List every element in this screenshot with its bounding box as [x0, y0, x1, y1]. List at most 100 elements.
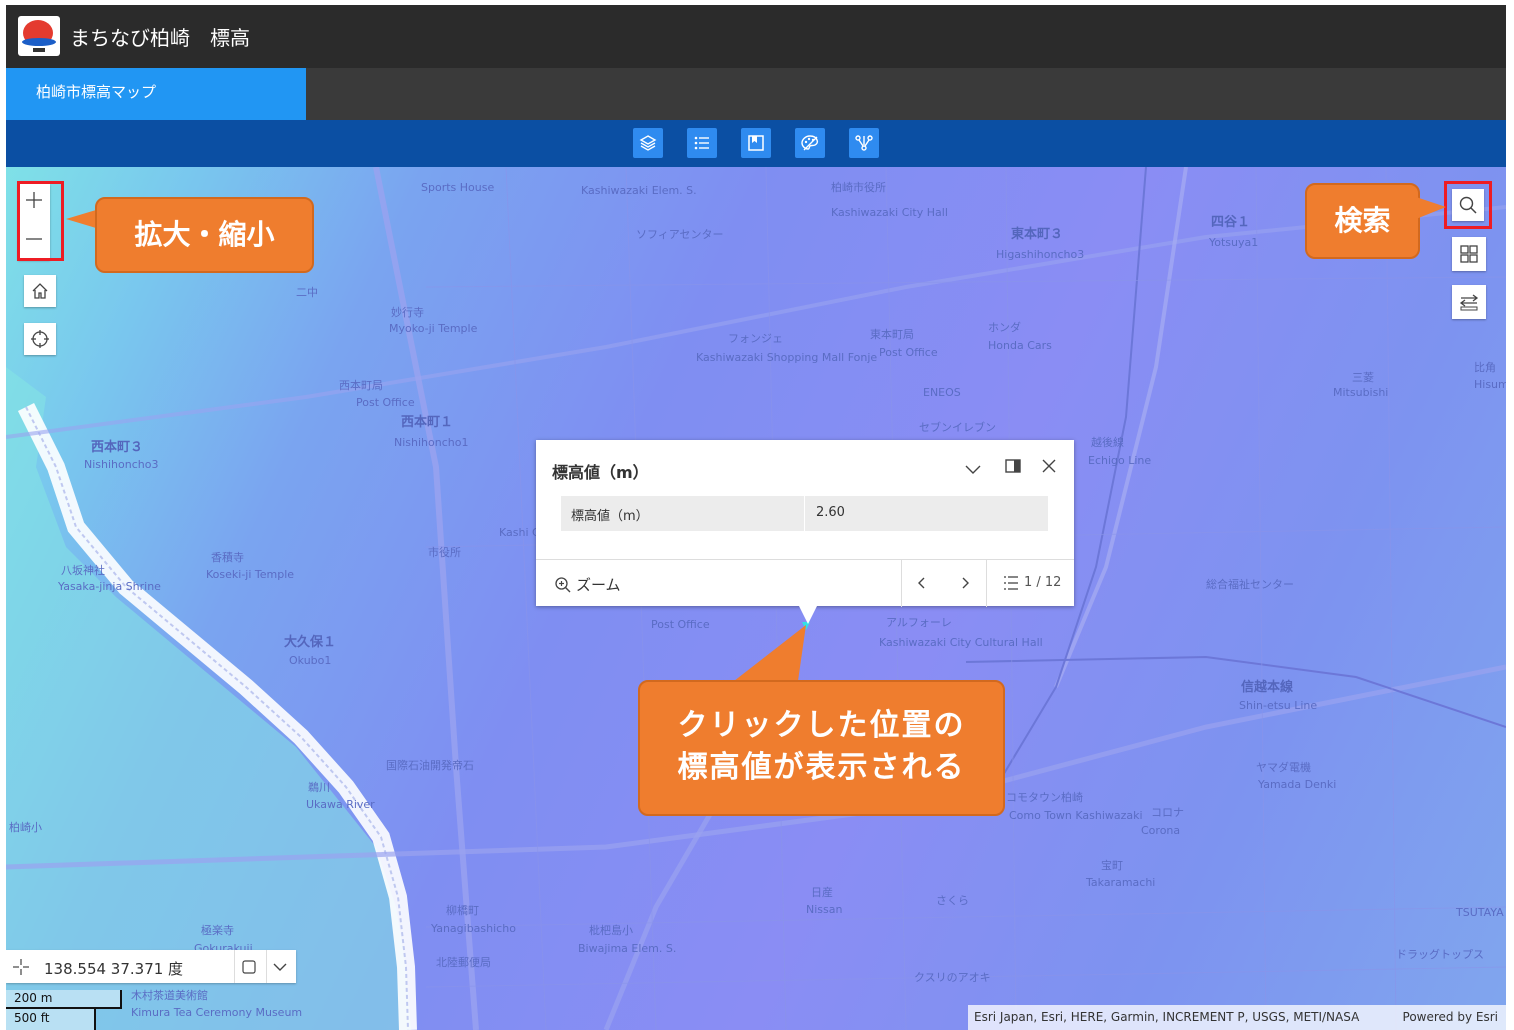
click-callout-line-1: クリックした位置の — [677, 708, 966, 743]
map-label: セブンイレブン — [919, 421, 996, 434]
map-label: Yasaka-jinja Shrine — [58, 580, 161, 593]
share-button[interactable] — [849, 128, 879, 158]
copy-icon[interactable] — [240, 958, 258, 976]
zoom-to-icon — [555, 577, 571, 593]
scale-metric-label: 200 m — [14, 991, 53, 1005]
locate-button[interactable] — [24, 323, 56, 355]
legend-button[interactable] — [687, 128, 717, 158]
layers-button[interactable] — [633, 128, 663, 158]
map-label: クスリのアオキ — [914, 971, 991, 984]
map-label: Echigo Line — [1088, 454, 1152, 467]
previous-feature-icon[interactable] — [914, 575, 930, 591]
search-callout-pointer — [1416, 197, 1446, 219]
feature-pager: 1 / 12 — [1024, 575, 1062, 590]
map-label: 木村茶道美術館 — [131, 989, 208, 1002]
share-icon — [855, 135, 873, 151]
basemap-button[interactable] — [795, 128, 825, 158]
map-label: 信越本線 — [1241, 680, 1294, 695]
map-label: Como Town Kashiwazaki — [1009, 809, 1143, 822]
chevron-down-icon[interactable] — [272, 959, 288, 975]
tab-bar: 柏崎市標高マップ — [6, 68, 1506, 120]
bookmark-button[interactable] — [741, 128, 771, 158]
map-label: Nishihoncho1 — [394, 436, 469, 449]
map-label: 東本町局 — [870, 328, 914, 341]
map-label: 柏崎小 — [9, 821, 42, 834]
field-value: 2.60 — [816, 505, 845, 520]
map-label: 市役所 — [428, 546, 461, 559]
map-label: 比角 — [1474, 361, 1496, 374]
map-label: 二中 — [296, 286, 318, 299]
map-label: 柳橋町 — [446, 904, 479, 917]
scale-imperial-label: 500 ft — [14, 1011, 50, 1025]
basemap-icon — [801, 135, 819, 151]
tab-elevation-map[interactable]: 柏崎市標高マップ — [6, 68, 306, 120]
map-label: 三菱 — [1352, 371, 1374, 384]
map-label: Myoko-ji Temple — [389, 322, 478, 335]
zoom-callout: 拡大・縮小 — [95, 197, 314, 273]
coordinate-widget: 138.554 37.371 度 — [6, 950, 296, 983]
map-label: Kashiwazaki City Hall — [831, 206, 948, 219]
field-label: 標高値（m） — [571, 509, 649, 524]
map-label: Kimura Tea Ceremony Museum — [131, 1006, 303, 1019]
home-button[interactable] — [24, 275, 56, 307]
map-label: Kashiwazaki Elem. S. — [581, 184, 697, 197]
map-label: Kashiwazaki City Cultural Hall — [879, 636, 1043, 649]
overview-map-button[interactable] — [1452, 237, 1486, 271]
popup-title: 標高値（m） — [552, 463, 649, 482]
measure-button[interactable] — [1452, 285, 1486, 319]
map-label: 総合福祉センター — [1206, 578, 1294, 591]
powered-by-esri[interactable]: Powered by Esri — [1403, 1005, 1498, 1030]
home-icon — [32, 283, 48, 299]
overview-map-icon — [1460, 245, 1478, 263]
map-label: 柏崎市役所 — [831, 181, 886, 194]
map-label: 宝町 — [1101, 859, 1123, 872]
legend-icon — [694, 136, 709, 150]
kashiwazaki-logo — [18, 16, 60, 56]
map-label: Biwajima Elem. S. — [578, 942, 677, 955]
map-label: 枇杷島小 — [589, 924, 633, 937]
bookmark-icon — [748, 135, 764, 151]
zoom-highlight-box — [17, 181, 64, 261]
map-label: Post Office — [356, 396, 415, 409]
map-label: 極楽寺 — [201, 924, 234, 937]
map-label: Post Office — [651, 618, 710, 631]
map-label: さくら — [936, 894, 969, 907]
map-label: 国際石油開発帝石 — [386, 759, 474, 772]
map-label: 大久保１ — [284, 635, 337, 650]
crosshair-icon[interactable] — [12, 958, 30, 976]
attribute-row: 標高値（m） 2.60 — [561, 496, 1048, 531]
app-title: まちなび柏崎 標高 — [70, 26, 250, 50]
map-label: コモタウン柏崎 — [1006, 791, 1083, 804]
app-header: まちなび柏崎 標高 — [6, 5, 1506, 68]
map-label: Sports House — [421, 181, 495, 194]
map-label: Mitsubishi — [1333, 386, 1389, 399]
zoom-to-label: ズーム — [576, 576, 621, 594]
map-label: Takaramachi — [1086, 876, 1156, 889]
map-label: ソフィアセンター — [636, 228, 724, 241]
measure-icon — [1459, 294, 1479, 311]
elevation-popup: 標高値（m） 標高値（m） 2.60 ズーム 1 / 12 — [536, 440, 1074, 624]
map-label: ドラッグトップス — [1396, 948, 1484, 961]
map-label: 四谷１ — [1211, 215, 1251, 230]
map-label: 西本町３ — [91, 440, 144, 455]
map-label: フォンジェ — [728, 332, 783, 345]
dock-icon[interactable] — [1004, 458, 1022, 476]
map-label: Kashiwazaki Shopping Mall Fonje — [696, 351, 878, 364]
map-label: 西本町局 — [339, 379, 383, 392]
map-label: ホンダ — [988, 321, 1021, 334]
map-label: コロナ — [1151, 806, 1184, 819]
map-label: 西本町１ — [401, 415, 454, 430]
click-callout: クリックした位置の 標高値が表示される — [638, 680, 1005, 816]
map-view[interactable]: Sports House Kashiwazaki Elem. S. 柏崎市役所 … — [6, 167, 1506, 1030]
collapse-icon[interactable] — [964, 460, 982, 478]
map-label: 妙行寺 — [391, 306, 424, 319]
popup-footer: ズーム 1 / 12 — [536, 559, 1074, 607]
app-window: まちなび柏崎 標高 柏崎市標高マップ Sports House Kashiwaz… — [6, 5, 1506, 1030]
next-feature-icon[interactable] — [957, 575, 973, 591]
map-label: Honda Cars — [988, 339, 1052, 352]
close-icon[interactable] — [1040, 457, 1058, 475]
feature-list-icon[interactable] — [1002, 574, 1020, 592]
coordinate-text: 138.554 37.371 度 — [44, 960, 184, 978]
layers-icon — [639, 135, 657, 151]
map-label: Yanagibashicho — [431, 922, 516, 935]
